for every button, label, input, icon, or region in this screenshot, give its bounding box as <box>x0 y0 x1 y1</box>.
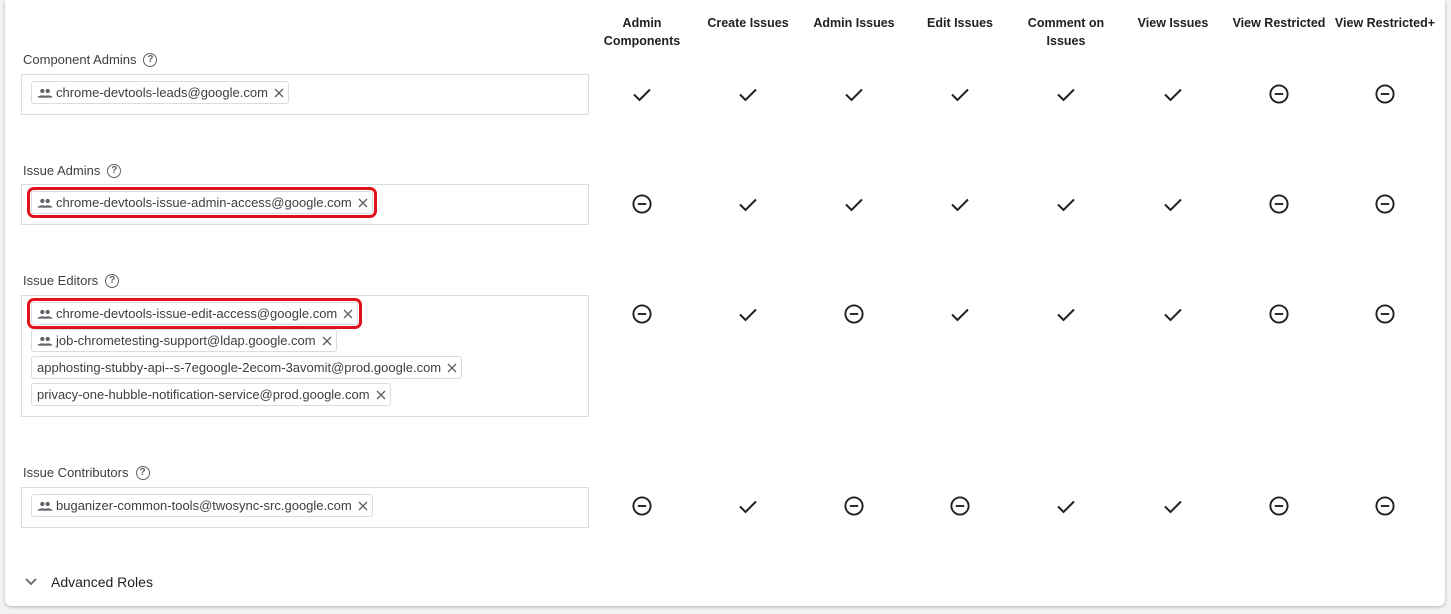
advanced-roles-label: Advanced Roles <box>51 574 153 590</box>
member-chip[interactable]: apphosting-stubby-api--s-7egoogle-2ecom-… <box>31 356 463 379</box>
column-header: View Restricted <box>1232 16 1326 30</box>
member-input[interactable]: chrome-devtools-leads@google.com <box>21 74 589 115</box>
role-label-text: Issue Editors <box>23 273 99 288</box>
role-label-text: Component Admins <box>23 52 137 67</box>
help-icon[interactable]: ? <box>135 465 150 480</box>
check-icon <box>739 88 757 102</box>
minus-circle-icon <box>844 496 864 516</box>
advanced-roles-toggle[interactable]: Advanced Roles <box>25 574 153 590</box>
close-icon[interactable] <box>322 336 332 346</box>
minus-circle-icon <box>1375 496 1395 516</box>
minus-circle-icon <box>1375 84 1395 104</box>
check-icon <box>1164 88 1182 102</box>
help-icon[interactable]: ? <box>105 273 120 288</box>
minus-circle-icon <box>1269 194 1289 214</box>
close-icon[interactable] <box>376 390 386 400</box>
member-chip-label: buganizer-common-tools@twosync-src.googl… <box>56 498 352 513</box>
check-icon <box>1057 198 1075 212</box>
member-chip-label: job-chrometesting-support@ldap.google.co… <box>56 333 316 348</box>
member-chip-label: privacy-one-hubble-notification-service@… <box>37 387 370 402</box>
member-chip[interactable]: chrome-devtools-issue-admin-access@googl… <box>27 187 377 218</box>
member-chip[interactable]: privacy-one-hubble-notification-service@… <box>31 383 391 406</box>
check-icon <box>739 500 757 514</box>
minus-circle-icon <box>844 304 864 324</box>
minus-circle-icon <box>1375 194 1395 214</box>
member-chip-label: apphosting-stubby-api--s-7egoogle-2ecom-… <box>37 360 442 375</box>
check-icon <box>951 88 969 102</box>
group-icon <box>37 309 53 319</box>
minus-circle-icon <box>632 304 652 324</box>
close-icon[interactable] <box>447 363 457 373</box>
check-icon <box>1164 500 1182 514</box>
member-chip-label: chrome-devtools-issue-edit-access@google… <box>56 306 338 321</box>
member-chip-label: chrome-devtools-leads@google.com <box>56 85 268 100</box>
minus-circle-icon <box>1375 304 1395 324</box>
chevron-down-icon <box>25 578 37 586</box>
check-icon <box>951 198 969 212</box>
member-chip-label: chrome-devtools-issue-admin-access@googl… <box>56 195 352 210</box>
role-label: Issue Editors? <box>23 273 120 288</box>
check-icon <box>1164 198 1182 212</box>
column-header: Create Issues <box>707 16 789 30</box>
member-input[interactable]: chrome-devtools-issue-admin-access@googl… <box>21 184 589 225</box>
member-input[interactable]: buganizer-common-tools@twosync-src.googl… <box>21 487 589 528</box>
minus-circle-icon <box>1269 304 1289 324</box>
group-icon <box>37 88 53 98</box>
member-chip[interactable]: job-chrometesting-support@ldap.google.co… <box>31 329 337 352</box>
help-icon[interactable]: ? <box>107 163 122 178</box>
check-icon <box>1057 88 1075 102</box>
minus-circle-icon <box>632 194 652 214</box>
member-chip[interactable]: buganizer-common-tools@twosync-src.googl… <box>31 494 373 517</box>
check-icon <box>1057 500 1075 514</box>
check-icon <box>1057 308 1075 322</box>
group-icon <box>37 336 53 346</box>
member-input[interactable]: chrome-devtools-issue-edit-access@google… <box>21 295 589 417</box>
group-icon <box>37 501 53 511</box>
check-icon <box>739 198 757 212</box>
check-icon <box>845 88 863 102</box>
minus-circle-icon <box>950 496 970 516</box>
close-icon[interactable] <box>358 501 368 511</box>
column-header: Admin Components <box>603 16 681 48</box>
check-icon <box>1164 308 1182 322</box>
close-icon[interactable] <box>274 88 284 98</box>
role-label: Issue Contributors? <box>23 465 150 480</box>
check-icon <box>845 198 863 212</box>
column-header: View Issues <box>1137 16 1209 30</box>
minus-circle-icon <box>1269 496 1289 516</box>
column-header: Edit Issues <box>927 16 993 30</box>
permissions-card: Admin Components Create Issues Admin Issue… <box>5 0 1445 606</box>
check-icon <box>633 88 651 102</box>
role-label: Component Admins? <box>23 52 158 67</box>
column-header: Admin Issues <box>813 16 895 30</box>
role-label: Issue Admins? <box>23 163 122 178</box>
check-icon <box>951 308 969 322</box>
member-chip[interactable]: chrome-devtools-leads@google.com <box>31 81 289 104</box>
group-icon <box>37 198 53 208</box>
member-chip[interactable]: chrome-devtools-issue-edit-access@google… <box>26 298 363 329</box>
role-label-text: Issue Contributors <box>23 465 129 480</box>
help-icon[interactable]: ? <box>143 52 158 67</box>
column-header: View Restricted+ <box>1334 16 1436 30</box>
column-header: Comment on Issues <box>1027 16 1105 48</box>
minus-circle-icon <box>1269 84 1289 104</box>
role-label-text: Issue Admins <box>23 163 101 178</box>
check-icon <box>739 308 757 322</box>
close-icon[interactable] <box>343 309 353 319</box>
minus-circle-icon <box>632 496 652 516</box>
close-icon[interactable] <box>358 198 368 208</box>
